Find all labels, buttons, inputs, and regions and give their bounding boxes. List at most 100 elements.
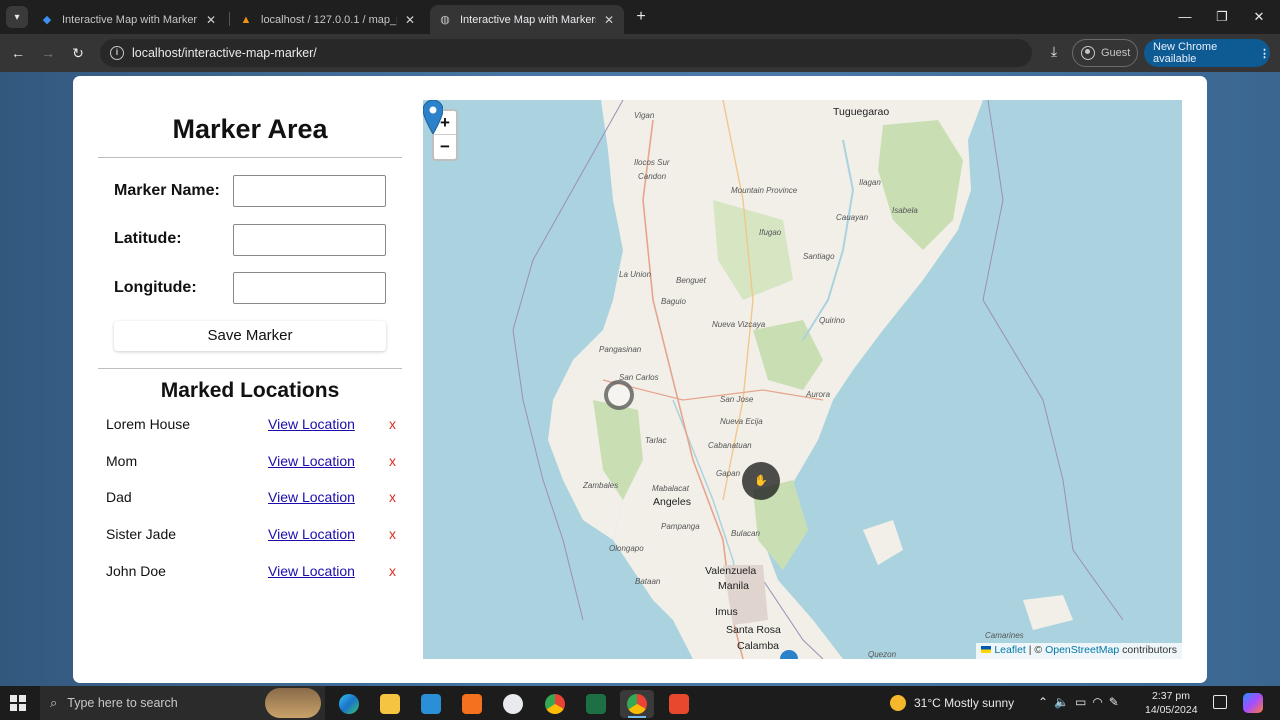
map-label: San Jose [720, 395, 754, 404]
back-arrow-icon[interactable]: ← [7, 42, 29, 64]
save-marker-button[interactable]: Save Marker [114, 321, 386, 351]
map-label: Ilagan [859, 178, 881, 187]
marker-panel: Marker Area Marker Name: Latitude: Longi… [98, 76, 402, 676]
ukraine-flag-icon [981, 646, 992, 653]
divider [98, 368, 402, 369]
more-menu-icon[interactable]: ⋮ [1259, 47, 1270, 60]
map-label: Mabalacat [652, 484, 689, 493]
search-icon: ⌕ [50, 695, 58, 710]
tab-label: localhost / 127.0.0.1 / map_mar [261, 13, 397, 26]
map-label: Aurora [806, 390, 831, 399]
location-name: Sister Jade [106, 526, 177, 542]
marker-area-title: Marker Area [172, 114, 328, 144]
new-chrome-available-button[interactable]: New Chrome available ⋮ [1144, 39, 1270, 67]
forward-arrow-icon[interactable]: → [37, 42, 59, 64]
view-location-link[interactable]: View Location [268, 416, 355, 432]
app-card: Marker Area Marker Name: Latitude: Longi… [73, 76, 1207, 683]
close-window-icon[interactable]: ✕ [1244, 6, 1274, 28]
map-label: Santa Rosa [726, 624, 781, 636]
weather-widget[interactable]: 31°C Mostly sunny [890, 695, 1014, 711]
close-tab-icon[interactable]: ✕ [204, 13, 218, 27]
marker-name-label: Marker Name: [114, 182, 220, 199]
guest-profile-button[interactable]: Guest [1072, 39, 1138, 67]
close-tab-icon[interactable]: ✕ [602, 13, 616, 27]
click-highlight-ring [604, 380, 634, 410]
tab-separator [229, 12, 230, 26]
osm-link[interactable]: OpenStreetMap [1045, 644, 1119, 656]
delete-location-button[interactable]: x [389, 453, 396, 469]
view-location-link[interactable]: View Location [268, 563, 355, 579]
excel-icon[interactable] [579, 690, 613, 718]
map-label: Tarlac [645, 436, 667, 445]
leaflet-map[interactable]: Vigan Tuguegarao Ilocos Sur Candon Mount… [423, 100, 1182, 659]
windows-start-icon[interactable] [10, 695, 26, 711]
map-label: Mountain Province [731, 186, 798, 195]
map-label: Zambales [583, 481, 619, 490]
map-label: Bataan [635, 577, 661, 586]
marker-name-input[interactable] [233, 175, 386, 207]
android-studio-icon[interactable] [496, 690, 530, 718]
location-row: Dad View Location x [106, 487, 402, 509]
attribution-suffix: contributors [1119, 644, 1177, 656]
map-tiles [512, 100, 1124, 659]
map-label: Calamba [737, 640, 780, 652]
map-label: Baguio [661, 297, 686, 306]
map-label: Quirino [819, 316, 845, 325]
delete-location-button[interactable]: x [389, 563, 396, 579]
edge-icon[interactable] [332, 690, 366, 718]
system-tray-icons[interactable]: ⌃🔈▭◠✎ [1038, 695, 1125, 709]
map-marker-pin-icon[interactable] [423, 100, 443, 134]
taskbar-search[interactable]: ⌕ Type here to search [40, 686, 325, 720]
view-location-link[interactable]: View Location [268, 489, 355, 505]
site-info-icon[interactable]: i [110, 46, 124, 60]
map-label: Pangasinan [599, 345, 642, 354]
map-label: Valenzuela [705, 565, 757, 577]
delete-location-button[interactable]: x [389, 416, 396, 432]
tab-1[interactable]: ◆ Interactive Map with Marker Us ✕ [32, 5, 226, 34]
map-label: Candon [638, 172, 667, 181]
sun-icon [890, 695, 906, 711]
view-location-link[interactable]: View Location [268, 453, 355, 469]
recorder-icon[interactable] [662, 690, 696, 718]
longitude-label: Longitude: [114, 279, 197, 296]
vscode-icon[interactable] [414, 690, 448, 718]
chrome-icon[interactable] [620, 690, 654, 718]
copilot-icon[interactable] [1243, 693, 1263, 713]
tab-strip: ▾ ◆ Interactive Map with Marker Us ✕ ▲ l… [0, 0, 1280, 34]
map-label: Ilocos Sur [634, 158, 670, 167]
new-tab-icon[interactable]: + [632, 8, 650, 26]
map-label: Imus [715, 606, 738, 618]
url-input[interactable] [132, 46, 992, 60]
leaflet-link[interactable]: Leaflet [994, 644, 1026, 656]
map-label: Pampanga [661, 522, 700, 531]
map-label: Cauayan [836, 213, 869, 222]
phpmyadmin-icon: ▲ [240, 13, 252, 26]
clock[interactable]: 2:37 pm 14/05/2024 [1145, 689, 1198, 717]
reload-icon[interactable]: ↻ [67, 42, 89, 64]
minimize-icon[interactable]: — [1170, 6, 1200, 28]
delete-location-button[interactable]: x [389, 526, 396, 542]
notification-icon[interactable] [1213, 695, 1227, 709]
tab-2[interactable]: ▲ localhost / 127.0.0.1 / map_mar ✕ [231, 5, 425, 34]
file-explorer-icon[interactable] [373, 690, 407, 718]
view-location-link[interactable]: View Location [268, 526, 355, 542]
xampp-icon[interactable] [455, 690, 489, 718]
delete-location-button[interactable]: x [389, 489, 396, 505]
map-label: Quezon [868, 650, 897, 659]
map-label: Benguet [676, 276, 706, 285]
weather-text: 31°C Mostly sunny [914, 696, 1015, 710]
tab-search-chevron-icon[interactable]: ▾ [6, 6, 28, 28]
tab-label: Interactive Map with Markers [460, 13, 596, 26]
maximize-icon[interactable]: ❐ [1207, 6, 1237, 28]
address-bar[interactable]: i [100, 39, 1032, 67]
download-icon[interactable]: ⤓ [1044, 43, 1064, 63]
location-name: Lorem House [106, 416, 191, 432]
latitude-input[interactable] [233, 224, 386, 256]
tab-3-active[interactable]: ◍ Interactive Map with Markers ✕ [430, 5, 624, 34]
search-highlight-image [265, 688, 321, 718]
close-tab-icon[interactable]: ✕ [403, 13, 417, 27]
page-viewport: Marker Area Marker Name: Latitude: Longi… [0, 72, 1280, 686]
zoom-out-button[interactable]: − [434, 135, 456, 159]
chrome-alt-icon[interactable] [538, 690, 572, 718]
longitude-input[interactable] [233, 272, 386, 304]
